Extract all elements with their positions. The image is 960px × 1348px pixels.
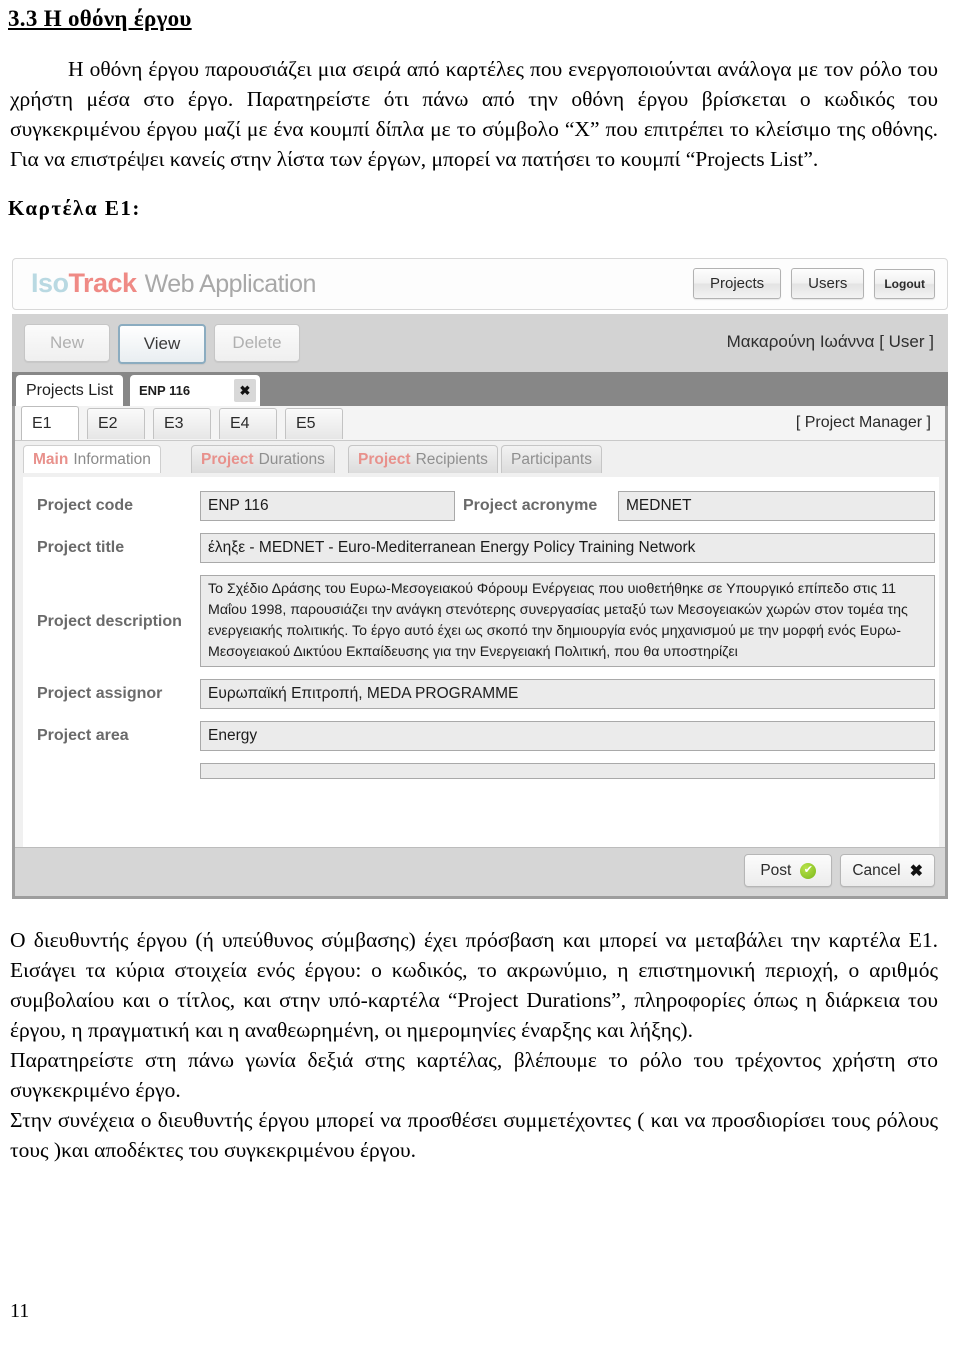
- tab-e5[interactable]: E5: [285, 408, 343, 439]
- e-tabs: E1 E2 E3 E4 E5 [ Project Manager ]: [15, 406, 945, 441]
- tab-projects-list-label: Projects List: [26, 381, 114, 399]
- project-tabstrip: Projects List ENP 116 ✖: [12, 372, 948, 406]
- subtab-project-recipients-bold: Project: [358, 450, 411, 468]
- project-description-textarea[interactable]: Το Σχέδιο Δράσης του Ευρω-Μεσογειακού Φό…: [200, 575, 935, 667]
- view-button[interactable]: View: [118, 324, 206, 364]
- paragraph-2: Ο διευθυντής έργου (ή υπεύθυνος σύμβασης…: [10, 928, 938, 1042]
- project-assignor-label: Project assignor: [37, 685, 163, 702]
- tab-e2[interactable]: E2: [87, 408, 145, 439]
- partial-field-input[interactable]: [200, 763, 935, 779]
- field-row-partial: [23, 763, 939, 781]
- subtab-participants[interactable]: Participants: [501, 445, 602, 473]
- field-row-title: Project title έληξε - MEDNET - Euro-Medi…: [23, 533, 939, 567]
- users-button[interactable]: Users: [791, 268, 865, 299]
- app-logo: IsoTrack Web Application: [31, 268, 316, 299]
- page-number: 11: [10, 1300, 30, 1322]
- logout-button[interactable]: Logout: [874, 268, 935, 299]
- document-page: 3.3 Η οθόνη έργου Η οθόνη έργου παρουσιά…: [0, 0, 960, 231]
- action-toolbar: New View Delete Μακαρούνη Ιωάννα [ User …: [12, 314, 948, 372]
- project-panel: E1 E2 E3 E4 E5 [ Project Manager ] Main …: [12, 406, 948, 899]
- post-button-label: Post: [760, 861, 792, 879]
- post-button[interactable]: Post ✔: [744, 854, 833, 887]
- action-buttons-group: New View Delete: [24, 324, 300, 364]
- paragraph-4: Στην συνέχεια ο διευθυντής έργου μπορεί …: [10, 1108, 938, 1162]
- subtab-project-recipients[interactable]: Project Recipients: [348, 445, 498, 473]
- projects-button[interactable]: Projects: [692, 268, 782, 299]
- project-acronyme-input[interactable]: MEDNET: [618, 491, 935, 521]
- project-area-input[interactable]: Energy: [200, 721, 935, 751]
- project-assignor-input[interactable]: Ευρωπαϊκή Επιτροπή, MEDA PROGRAMME: [200, 679, 935, 709]
- new-button[interactable]: New: [24, 324, 110, 362]
- x-icon: ✖: [909, 862, 923, 880]
- field-row-area: Project area Energy: [23, 721, 939, 755]
- current-user-label: Μακαρούνη Ιωάννα [ User ]: [726, 332, 934, 351]
- tab-projects-list[interactable]: Projects List: [16, 375, 124, 406]
- logo-subtitle: Web Application: [144, 270, 317, 298]
- cancel-button[interactable]: Cancel ✖: [840, 854, 935, 887]
- main-information-form: Project code ENP 116 Project acronyme ME…: [23, 477, 939, 847]
- tab-e4[interactable]: E4: [219, 408, 277, 439]
- project-acronyme-label: Project acronyme: [463, 497, 598, 514]
- logo-track: Track: [68, 268, 138, 298]
- tab-project-label: ENP 116: [139, 383, 191, 398]
- project-area-label: Project area: [37, 727, 129, 744]
- subtab-main-information-normal: Information: [73, 450, 151, 468]
- paragraph-intro: Η οθόνη έργου παρουσιάζει μια σειρά από …: [10, 54, 938, 174]
- subtab-main-information-bold: Main: [33, 450, 69, 468]
- logo-iso: Iso: [31, 268, 69, 298]
- subtab-project-recipients-normal: Recipients: [415, 450, 488, 468]
- tab-e3[interactable]: E3: [153, 408, 211, 439]
- tab-e1[interactable]: E1: [21, 406, 79, 440]
- section-heading: 3.3 Η οθόνη έργου: [8, 6, 192, 31]
- field-row-code-acronyme: Project code ENP 116 Project acronyme ME…: [23, 491, 939, 525]
- app-header: IsoTrack Web Application Projects Users L…: [12, 258, 948, 310]
- field-row-description: Project description Το Σχέδιο Δράσης του…: [23, 575, 939, 671]
- project-role-label: [ Project Manager ]: [795, 414, 931, 431]
- subheading-kartela-e1: Καρτέλα Ε1:: [8, 196, 141, 220]
- delete-button[interactable]: Delete: [214, 324, 300, 362]
- project-code-input[interactable]: ENP 116: [200, 491, 455, 521]
- project-title-label: Project title: [37, 539, 125, 556]
- project-code-label: Project code: [37, 497, 134, 514]
- sub-tabs: Main Information Project Durations Proje…: [23, 445, 945, 477]
- form-footer: Post ✔ Cancel ✖: [15, 847, 945, 896]
- project-title-input[interactable]: έληξε - MEDNET - Euro-Mediterranean Ener…: [200, 533, 935, 563]
- project-description-label: Project description: [37, 613, 182, 630]
- subtab-participants-label: Participants: [511, 450, 592, 468]
- cancel-button-label: Cancel: [852, 861, 901, 879]
- paragraph-1-text: Η οθόνη έργου παρουσιάζει μια σειρά από …: [10, 57, 938, 171]
- close-icon[interactable]: ✖: [234, 379, 256, 402]
- field-row-assignor: Project assignor Ευρωπαϊκή Επιτροπή, MED…: [23, 679, 939, 713]
- footer-buttons-group: Post ✔ Cancel ✖: [744, 854, 935, 887]
- subtab-project-durations[interactable]: Project Durations: [191, 445, 335, 473]
- subtab-project-durations-bold: Project: [201, 450, 254, 468]
- isotrack-app-screenshot: IsoTrack Web Application Projects Users L…: [12, 258, 948, 899]
- check-circle-icon: ✔: [800, 862, 817, 879]
- subtab-main-information[interactable]: Main Information: [23, 445, 161, 473]
- header-actions: Projects Users Logout: [692, 268, 935, 299]
- tab-project-enp116[interactable]: ENP 116 ✖: [130, 375, 260, 406]
- document-lower-text: Ο διευθυντής έργου (ή υπεύθυνος σύμβασης…: [0, 925, 960, 1165]
- subtab-project-durations-normal: Durations: [258, 450, 325, 468]
- paragraph-3: Παρατηρείστε στη πάνω γωνία δεξιά στης κ…: [10, 1048, 938, 1102]
